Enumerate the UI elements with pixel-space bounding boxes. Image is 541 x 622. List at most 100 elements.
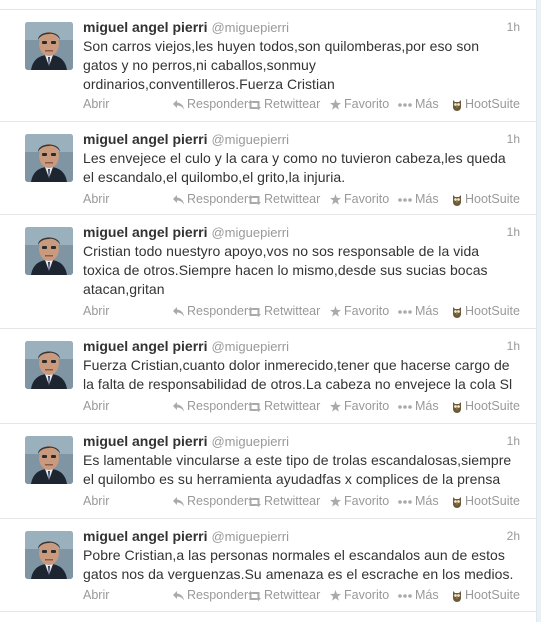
hootsuite-action[interactable]: HootSuite xyxy=(452,493,520,509)
favorite-action[interactable]: Favorito xyxy=(330,587,389,603)
avatar[interactable] xyxy=(25,341,73,389)
favorite-action[interactable]: Favorito xyxy=(330,303,389,319)
tweet-text-line: Pobre Cristian,a las personas normales e… xyxy=(83,547,505,563)
star-icon xyxy=(330,590,341,601)
more-dots-icon xyxy=(398,102,412,107)
retweet-action[interactable]: Retwittear xyxy=(248,96,320,112)
action-label: Retwittear xyxy=(264,304,321,318)
hootsuite-owl-icon xyxy=(452,306,462,318)
action-label: Responder xyxy=(187,192,249,206)
action-label: Favorito xyxy=(344,304,390,318)
author-username[interactable]: @miguepierri xyxy=(211,529,289,544)
author-fullname[interactable]: miguel angel pierri xyxy=(83,433,207,449)
tweet-text: Les envejece el culo y la cara y como no… xyxy=(83,149,520,187)
tweet[interactable]: miguel angel pierri @miguepierri 1h Crist… xyxy=(0,215,536,329)
author-fullname[interactable]: miguel angel pierri xyxy=(83,528,207,544)
more-action[interactable]: Más xyxy=(398,398,439,414)
author-username[interactable]: @miguepierri xyxy=(211,20,289,35)
action-label: Retwittear xyxy=(264,494,321,508)
avatar[interactable] xyxy=(25,22,73,70)
more-dots-icon xyxy=(398,499,412,504)
tweet-timestamp[interactable]: 1h xyxy=(507,222,520,242)
retweet-icon xyxy=(248,194,261,205)
tweet-timestamp[interactable]: 2h xyxy=(507,526,520,546)
open-link[interactable]: Abrir xyxy=(83,303,109,319)
previous-tweet-edge xyxy=(0,0,536,10)
action-label: Responder xyxy=(187,97,249,111)
retweet-action[interactable]: Retwittear xyxy=(248,303,320,319)
tweet-header: miguel angel pierri @miguepierri 1h xyxy=(83,431,520,451)
author-username[interactable]: @miguepierri xyxy=(211,225,289,240)
more-action[interactable]: Más xyxy=(398,96,439,112)
favorite-action[interactable]: Favorito xyxy=(330,493,389,509)
tweet-actions: Abrir Responder Retwittear Favorito Más … xyxy=(0,303,536,319)
hootsuite-action[interactable]: HootSuite xyxy=(452,587,520,603)
more-action[interactable]: Más xyxy=(398,303,439,319)
author-fullname[interactable]: miguel angel pierri xyxy=(83,338,207,354)
hootsuite-owl-icon xyxy=(452,590,462,602)
author-username[interactable]: @miguepierri xyxy=(211,339,289,354)
tweet-header: miguel angel pierri @miguepierri 2h xyxy=(83,526,520,546)
author-username[interactable]: @miguepierri xyxy=(211,434,289,449)
retweet-icon xyxy=(248,401,261,412)
hootsuite-action[interactable]: HootSuite xyxy=(452,398,520,414)
action-label: Retwittear xyxy=(264,97,321,111)
retweet-icon xyxy=(248,590,261,601)
author-username[interactable]: @miguepierri xyxy=(211,132,289,147)
hootsuite-action[interactable]: HootSuite xyxy=(452,96,520,112)
hootsuite-action[interactable]: HootSuite xyxy=(452,191,520,207)
tweet-text-line: gatos y no perros,ni caballos,sonmuy xyxy=(83,57,316,73)
avatar[interactable] xyxy=(25,227,73,275)
action-label: Abrir xyxy=(83,304,110,318)
reply-action[interactable]: Responder xyxy=(173,191,248,207)
avatar[interactable] xyxy=(25,436,73,484)
open-link[interactable]: Abrir xyxy=(83,96,109,112)
tweet-timestamp[interactable]: 1h xyxy=(507,336,520,356)
tweet-text: Son carros viejos,les huyen todos,son qu… xyxy=(83,37,520,94)
more-action[interactable]: Más xyxy=(398,493,439,509)
author-fullname[interactable]: miguel angel pierri xyxy=(83,19,207,35)
tweet[interactable]: miguel angel pierri @miguepierri 1h Son c… xyxy=(0,10,536,122)
tweet[interactable]: miguel angel pierri @miguepierri 1h Les e… xyxy=(0,122,536,215)
more-action[interactable]: Más xyxy=(398,587,439,603)
open-link[interactable]: Abrir xyxy=(83,191,109,207)
reply-action[interactable]: Responder xyxy=(173,303,248,319)
action-label: Responder xyxy=(187,399,249,413)
tweet-content: miguel angel pierri @miguepierri 1h Son c… xyxy=(83,17,520,94)
more-action[interactable]: Más xyxy=(398,191,439,207)
retweet-action[interactable]: Retwittear xyxy=(248,587,320,603)
tweet-timestamp[interactable]: 1h xyxy=(507,17,520,37)
author-fullname[interactable]: miguel angel pierri xyxy=(83,131,207,147)
tweet-timestamp[interactable]: 1h xyxy=(507,129,520,149)
open-link[interactable]: Abrir xyxy=(83,493,109,509)
reply-action[interactable]: Responder xyxy=(173,493,248,509)
action-label: Abrir xyxy=(83,399,110,413)
favorite-action[interactable]: Favorito xyxy=(330,96,389,112)
retweet-action[interactable]: Retwittear xyxy=(248,493,320,509)
tweet[interactable]: miguel angel pierri @miguepierri 2h Pobre… xyxy=(0,519,536,612)
hootsuite-owl-icon xyxy=(452,99,462,111)
tweet-timestamp[interactable]: 1h xyxy=(507,431,520,451)
avatar[interactable] xyxy=(25,134,73,182)
reply-action[interactable]: Responder xyxy=(173,398,248,414)
retweet-action[interactable]: Retwittear xyxy=(248,191,320,207)
action-label: Más xyxy=(415,192,439,206)
hootsuite-action[interactable]: HootSuite xyxy=(452,303,520,319)
author-fullname[interactable]: miguel angel pierri xyxy=(83,224,207,240)
tweet[interactable]: miguel angel pierri @miguepierri 1h Es la… xyxy=(0,424,536,519)
reply-action[interactable]: Responder xyxy=(173,587,248,603)
reply-icon xyxy=(173,401,184,412)
reply-action[interactable]: Responder xyxy=(173,96,248,112)
open-link[interactable]: Abrir xyxy=(83,587,109,603)
favorite-action[interactable]: Favorito xyxy=(330,191,389,207)
avatar[interactable] xyxy=(25,531,73,579)
action-label: Favorito xyxy=(344,588,390,602)
action-label: Retwittear xyxy=(264,588,321,602)
tweet[interactable]: miguel angel pierri @miguepierri 1h Fuerz… xyxy=(0,329,536,424)
reply-icon xyxy=(173,99,184,110)
tweet-text-line: gatos nos da verguenzas.Su amenaza es el… xyxy=(83,566,514,582)
tweet-content: miguel angel pierri @miguepierri 1h Crist… xyxy=(83,222,520,299)
retweet-action[interactable]: Retwittear xyxy=(248,398,320,414)
open-link[interactable]: Abrir xyxy=(83,398,109,414)
favorite-action[interactable]: Favorito xyxy=(330,398,389,414)
